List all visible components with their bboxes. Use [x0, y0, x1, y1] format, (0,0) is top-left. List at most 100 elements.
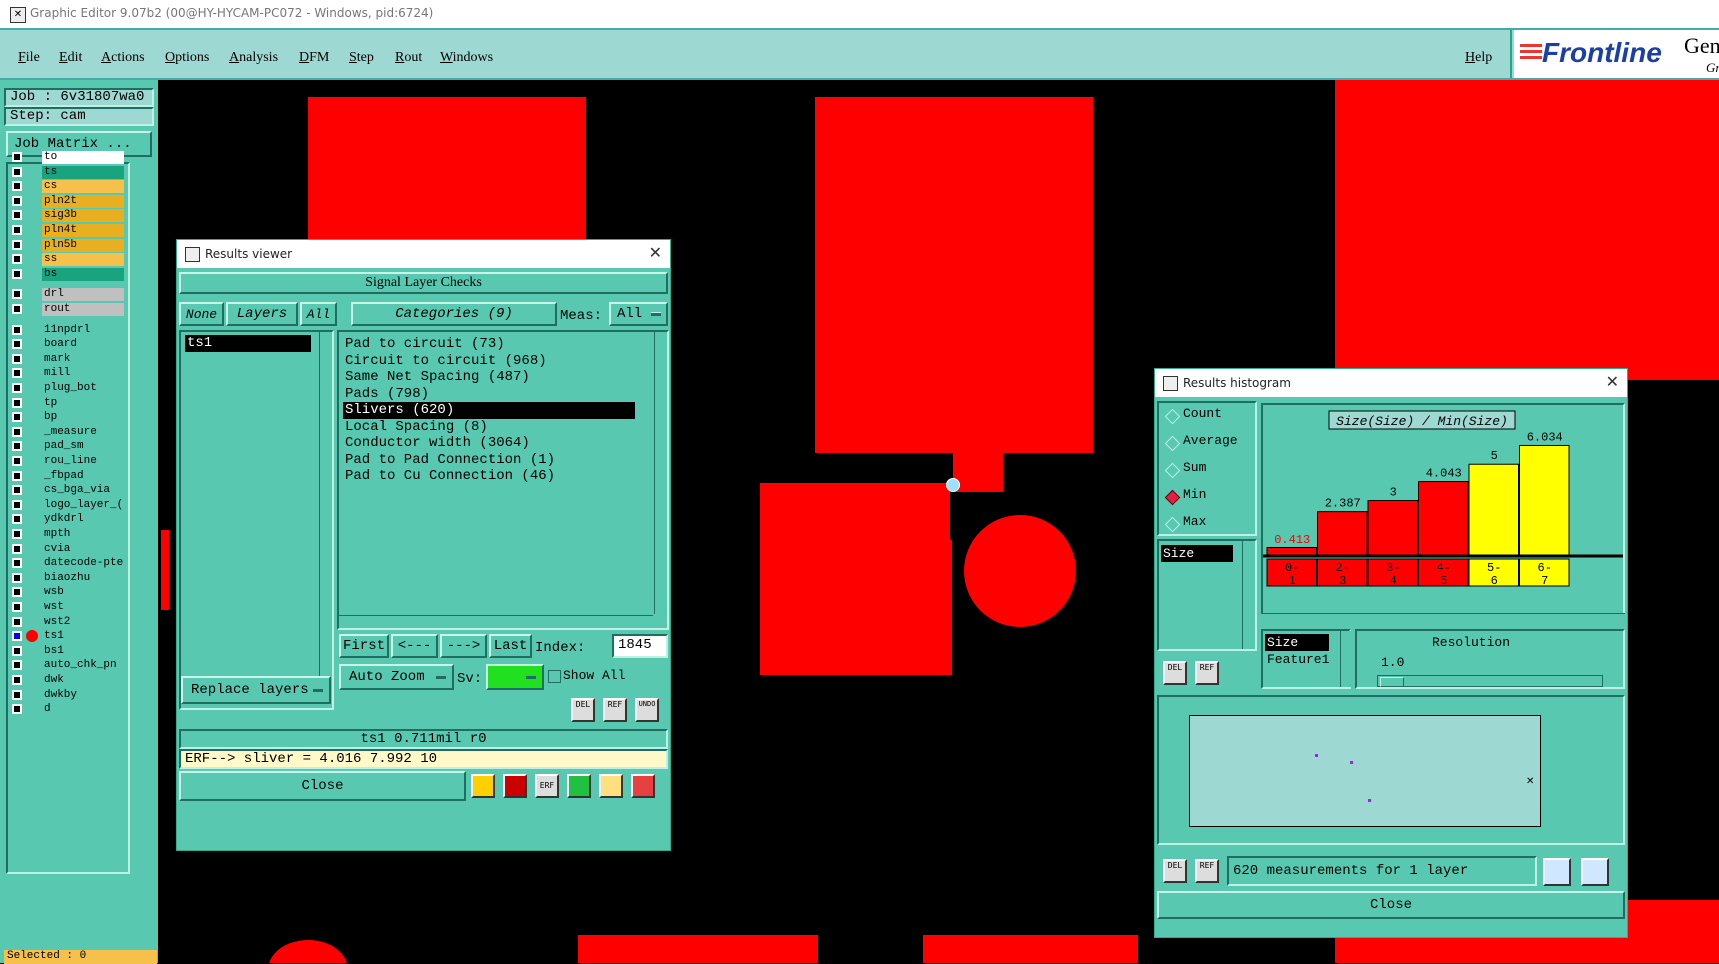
layer-row-cvia[interactable]: cvia — [12, 542, 124, 557]
layer-row-bs1[interactable]: bs1 — [12, 644, 124, 659]
layer-checkbox[interactable] — [12, 441, 22, 452]
layer-row-sig3b[interactable]: sig3b — [12, 209, 124, 223]
layer-row-dwkby[interactable]: dwkby — [12, 688, 124, 703]
option-sum[interactable]: Sum — [1183, 460, 1206, 475]
option-max[interactable]: Max — [1183, 514, 1206, 529]
index-input[interactable]: 1845 — [612, 634, 668, 658]
all-layers-button[interactable]: All — [300, 302, 337, 326]
layer-row-ss[interactable]: ss — [12, 253, 124, 267]
menu-file[interactable]: File — [18, 50, 40, 66]
layer-row-wst2[interactable]: wst2 — [12, 615, 124, 630]
layer-row-wsb[interactable]: wsb — [12, 586, 124, 600]
layer-row-cs[interactable]: cs — [12, 180, 124, 194]
layer-row-11npdrl[interactable]: 11npdrl — [12, 323, 124, 338]
close-icon[interactable]: ✕ — [649, 243, 662, 262]
category-item[interactable]: Conductor width (3064) — [343, 435, 530, 452]
layer-row-plug-bot[interactable]: plug_bot — [12, 382, 124, 396]
layer-row-bp[interactable]: bp — [12, 411, 124, 425]
layer-row-biaozhu[interactable]: biaozhu — [12, 571, 124, 586]
list-item[interactable]: Feature1 — [1265, 651, 1329, 668]
field-select-list[interactable]: Size Feature1 — [1261, 629, 1351, 689]
category-item[interactable]: Pad to Cu Connection (46) — [343, 468, 555, 485]
categories-button[interactable]: Categories (9) — [351, 302, 557, 326]
histogram-bar[interactable] — [1468, 463, 1519, 556]
layer-row--measure[interactable]: _measure — [12, 425, 124, 440]
report-icon[interactable] — [599, 774, 623, 798]
list-item[interactable]: Size — [1265, 634, 1329, 651]
layers-button[interactable]: Layers — [226, 302, 298, 326]
ref-icon[interactable]: REF — [1195, 661, 1219, 685]
layer-checkbox[interactable] — [12, 572, 22, 583]
layer-checkbox[interactable] — [12, 239, 22, 250]
menu-dfm[interactable]: DFM — [299, 50, 329, 66]
meas-dropdown[interactable]: All — [609, 302, 668, 326]
replace-layers-button[interactable]: Replace layers — [181, 676, 331, 704]
menu-edit[interactable]: Edit — [59, 50, 82, 66]
category-item[interactable]: Pads (798) — [343, 386, 429, 403]
tool-icon-4[interactable] — [567, 774, 591, 798]
histogram-bar[interactable] — [1519, 444, 1570, 556]
layer-row-mpth[interactable]: mpth — [12, 528, 124, 542]
error-marker[interactable] — [946, 478, 960, 492]
layer-checkbox[interactable] — [12, 616, 22, 627]
layer-checkbox[interactable] — [12, 368, 22, 379]
option-average[interactable]: Average — [1183, 433, 1238, 448]
erf-icon[interactable]: ERF — [535, 774, 559, 798]
layer-checkbox[interactable] — [12, 456, 22, 466]
histogram-bar[interactable] — [1266, 547, 1317, 556]
layer-row-to[interactable]: to — [12, 151, 124, 165]
layer-checkbox[interactable] — [12, 289, 22, 300]
list-item[interactable]: ts1 — [185, 335, 311, 352]
layer-checkbox[interactable] — [12, 426, 22, 437]
category-item[interactable]: Pad to circuit (73) — [343, 336, 505, 353]
signal-layer-checks-header[interactable]: Signal Layer Checks — [179, 272, 668, 294]
category-list[interactable]: Pad to circuit (73) Circuit to circuit (9… — [337, 330, 669, 630]
layer-checkbox[interactable] — [12, 210, 22, 221]
layer-checkbox[interactable] — [12, 397, 22, 408]
layer-row-d[interactable]: d — [12, 703, 124, 717]
layer-checkbox[interactable] — [12, 558, 22, 569]
layer-checkbox[interactable] — [12, 268, 22, 279]
histogram-close-button[interactable]: Close — [1157, 891, 1625, 919]
layer-row-dwk[interactable]: dwk — [12, 674, 124, 688]
layer-row-datecode-pte[interactable]: datecode-pte — [12, 557, 124, 571]
ref-icon[interactable]: REF — [603, 698, 627, 722]
layer-checkbox[interactable] — [12, 225, 22, 235]
menu-analysis[interactable]: Analysis — [229, 50, 278, 66]
layer-checkbox[interactable] — [12, 254, 22, 265]
layer-checkbox[interactable] — [12, 470, 22, 481]
tool-icon-1[interactable] — [471, 774, 495, 798]
layer-row-rout[interactable]: rout — [12, 303, 124, 317]
layer-checkbox[interactable] — [12, 383, 22, 393]
menu-actions[interactable]: Actions — [101, 50, 145, 66]
layer-row-tp[interactable]: tp — [12, 396, 124, 411]
histogram-bar[interactable] — [1418, 481, 1469, 556]
prev-button[interactable]: <--- — [391, 634, 438, 658]
layer-checkbox[interactable] — [12, 195, 22, 206]
layer-checkbox[interactable] — [12, 499, 22, 510]
layer-checkbox[interactable] — [12, 529, 22, 539]
layer-row-ts[interactable]: ts — [12, 165, 124, 180]
histogram-chart[interactable]: Size(Size) / Min(Size)0.4130-12.3872-333… — [1263, 405, 1623, 623]
option-count[interactable]: Count — [1183, 406, 1222, 421]
layer-row-pln5b[interactable]: pln5b — [12, 238, 124, 253]
slider-thumb[interactable] — [1380, 677, 1404, 687]
layer-row-board[interactable]: board — [12, 338, 124, 352]
layer-checkbox[interactable] — [12, 602, 22, 612]
category-item[interactable]: Local Spacing (8) — [343, 419, 488, 436]
category-item[interactable]: Slivers (620) — [343, 402, 635, 419]
menu-windows[interactable]: Windows — [440, 50, 493, 66]
menu-options[interactable]: Options — [165, 50, 209, 66]
layer-row-ts1[interactable]: ts1 — [12, 630, 124, 644]
layer-row-rou-line[interactable]: rou_line — [12, 455, 124, 469]
histogram-bar[interactable] — [1317, 511, 1368, 556]
histogram-hscrollbar[interactable] — [1261, 613, 1625, 626]
sv-color-dropdown[interactable] — [486, 664, 544, 690]
field-list-scrollbar[interactable] — [1242, 541, 1255, 649]
layer-row-bs[interactable]: bs — [12, 267, 124, 282]
layer-row-mark[interactable]: mark — [12, 352, 124, 367]
menu-help[interactable]: Help — [1465, 50, 1492, 66]
ref-icon[interactable]: REF — [1195, 859, 1219, 883]
layer-row--fbpad[interactable]: _fbpad — [12, 469, 124, 484]
layer-row-pln4t[interactable]: pln4t — [12, 224, 124, 238]
